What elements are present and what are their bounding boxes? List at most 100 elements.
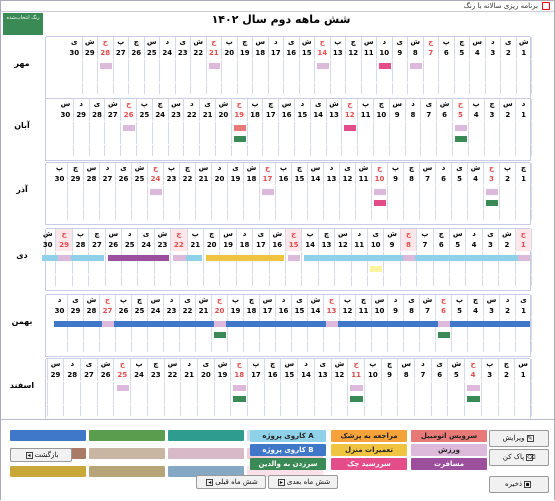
day-cell[interactable]: 3 <box>486 48 501 59</box>
day-cell[interactable]: 27 <box>89 240 106 251</box>
day-cell[interactable] <box>232 145 248 156</box>
day-cell[interactable] <box>237 275 254 286</box>
day-cell[interactable]: 2 <box>500 174 516 185</box>
day-cell[interactable] <box>121 145 137 156</box>
day-cell[interactable]: ش <box>84 295 100 306</box>
day-cell[interactable] <box>331 83 346 94</box>
day-cell[interactable] <box>352 263 368 274</box>
legend-item[interactable]: مسافرت <box>411 458 487 470</box>
day-cell[interactable] <box>295 145 311 156</box>
day-cell[interactable] <box>165 393 182 404</box>
day-cell[interactable]: 2 <box>500 110 517 121</box>
palette-color[interactable] <box>89 466 165 477</box>
day-cell[interactable] <box>356 186 372 197</box>
day-cell[interactable]: 26 <box>116 306 132 317</box>
day-cell[interactable] <box>164 197 180 208</box>
day-cell[interactable] <box>98 405 115 416</box>
day-cell[interactable] <box>114 71 129 82</box>
day-cell[interactable] <box>137 145 153 156</box>
day-cell[interactable] <box>468 186 484 197</box>
day-cell[interactable]: چ <box>356 295 372 306</box>
day-cell[interactable]: 23 <box>155 240 172 251</box>
day-cell[interactable]: 28 <box>90 110 106 121</box>
day-cell[interactable]: 10 <box>372 306 388 317</box>
legend-item[interactable]: مراجعه به پزشک <box>331 430 407 442</box>
day-cell[interactable] <box>356 341 372 352</box>
day-cell[interactable]: 15 <box>292 306 308 317</box>
day-cell[interactable] <box>295 122 311 133</box>
day-cell[interactable]: 1 <box>517 48 532 59</box>
day-cell[interactable]: 4 <box>468 174 484 185</box>
day-cell[interactable] <box>31 393 48 404</box>
day-cell[interactable] <box>500 341 516 352</box>
day-cell[interactable]: پ <box>331 37 346 48</box>
day-cell[interactable]: 13 <box>327 110 343 121</box>
day-cell[interactable] <box>449 393 466 404</box>
back-button[interactable]: ◂ بازگشت <box>10 448 72 462</box>
legend-item[interactable]: سرزدن به والدین <box>250 458 326 470</box>
day-cell[interactable] <box>388 186 404 197</box>
day-cell[interactable] <box>216 122 232 133</box>
day-cell[interactable] <box>269 71 284 82</box>
day-cell[interactable] <box>216 133 232 144</box>
day-cell[interactable] <box>191 83 207 94</box>
day-cell[interactable] <box>499 393 516 404</box>
day-cell[interactable] <box>58 145 74 156</box>
day-cell[interactable]: ج <box>207 37 222 48</box>
day-cell[interactable] <box>436 209 452 220</box>
day-cell[interactable] <box>164 329 180 340</box>
day-cell[interactable]: 20 <box>216 110 232 121</box>
day-cell[interactable]: 5 <box>455 48 470 59</box>
day-cell[interactable] <box>453 145 469 156</box>
day-cell[interactable] <box>404 209 420 220</box>
day-cell[interactable]: 19 <box>228 306 244 317</box>
day-cell[interactable]: ی <box>90 99 106 110</box>
day-cell[interactable] <box>415 393 432 404</box>
day-cell[interactable] <box>253 275 270 286</box>
day-cell[interactable]: چ <box>516 163 532 174</box>
day-cell[interactable] <box>74 133 90 144</box>
day-cell[interactable] <box>284 60 300 71</box>
day-cell[interactable]: 6 <box>432 370 449 381</box>
palette-color[interactable] <box>168 430 244 441</box>
day-cell[interactable] <box>298 405 315 416</box>
day-cell[interactable] <box>100 341 116 352</box>
day-cell[interactable] <box>393 83 408 94</box>
day-cell[interactable]: پ <box>228 295 244 306</box>
day-cell[interactable]: د <box>377 37 393 48</box>
day-cell[interactable]: 22 <box>184 110 201 121</box>
day-cell[interactable]: 23 <box>169 110 185 121</box>
day-cell[interactable] <box>184 122 201 133</box>
day-cell[interactable]: چ <box>244 295 260 306</box>
day-cell[interactable] <box>470 83 486 94</box>
day-cell[interactable]: 6 <box>434 240 450 251</box>
day-cell[interactable] <box>390 145 406 156</box>
day-cell[interactable] <box>106 275 122 286</box>
day-cell[interactable]: ش <box>191 37 207 48</box>
day-cell[interactable]: ج <box>424 37 439 48</box>
day-cell[interactable] <box>198 393 215 404</box>
day-cell[interactable] <box>342 133 359 144</box>
day-cell[interactable] <box>279 145 295 156</box>
day-cell[interactable]: ش <box>327 99 343 110</box>
day-cell[interactable]: 19 <box>220 240 237 251</box>
day-cell[interactable] <box>276 341 292 352</box>
day-cell[interactable]: 17 <box>260 174 276 185</box>
day-cell[interactable]: 21 <box>207 48 222 59</box>
day-cell[interactable] <box>327 122 343 133</box>
day-cell[interactable]: 3 <box>482 370 499 381</box>
day-cell[interactable] <box>165 405 182 416</box>
day-cell[interactable]: 16 <box>284 48 300 59</box>
day-cell[interactable] <box>404 341 420 352</box>
day-cell[interactable] <box>292 341 308 352</box>
day-cell[interactable]: 16 <box>265 370 282 381</box>
day-cell[interactable]: پ <box>188 229 204 240</box>
day-cell[interactable]: چ <box>374 99 390 110</box>
day-cell[interactable]: پ <box>52 163 68 174</box>
day-cell[interactable]: ی <box>253 229 270 240</box>
day-cell[interactable]: س <box>165 359 182 370</box>
day-cell[interactable] <box>499 275 516 286</box>
day-cell[interactable]: ش <box>517 37 532 48</box>
day-cell[interactable] <box>253 263 270 274</box>
day-cell[interactable] <box>311 122 327 133</box>
